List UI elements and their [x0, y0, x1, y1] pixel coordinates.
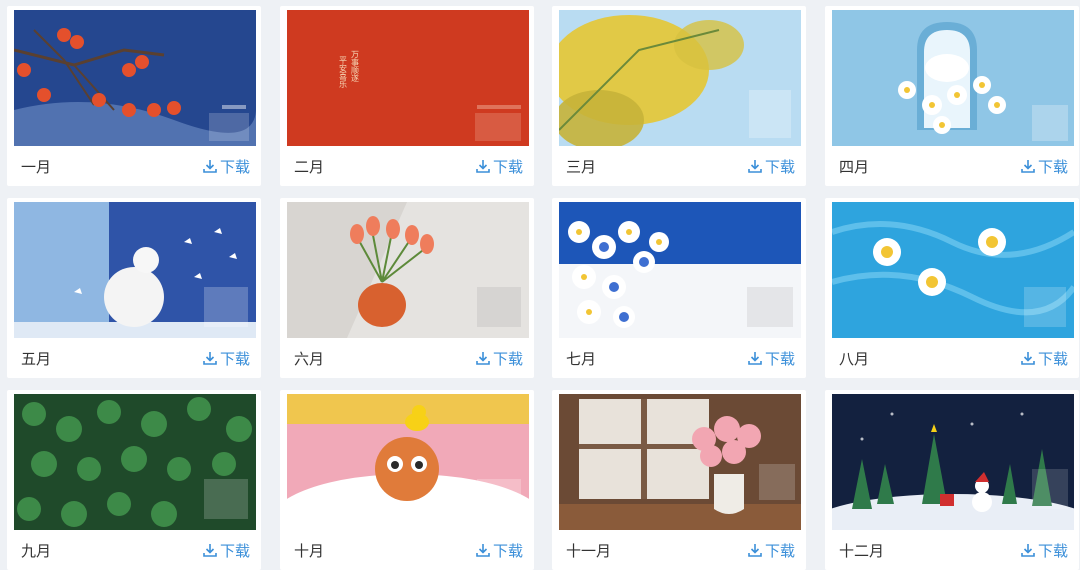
download-icon: [748, 544, 762, 557]
wallpaper-thumbnail-july[interactable]: [559, 202, 801, 338]
wallpaper-thumbnail-october[interactable]: [287, 394, 529, 530]
download-label: 下载: [492, 349, 523, 368]
download-label: 下载: [1037, 157, 1068, 176]
wallpaper-thumbnail-june[interactable]: [287, 202, 529, 338]
month-label: 九月: [21, 541, 52, 560]
download-icon: [203, 352, 217, 365]
month-label: 三月: [566, 157, 597, 176]
download-button[interactable]: 下载: [1020, 156, 1068, 177]
card-may: 五月 下载: [7, 198, 261, 378]
card-september: 九月 下载: [7, 390, 261, 570]
download-icon: [748, 352, 762, 365]
download-icon: [1021, 160, 1035, 173]
download-button[interactable]: 下载: [475, 348, 523, 369]
wallpaper-thumbnail-april[interactable]: [832, 10, 1074, 146]
download-label: 下载: [764, 541, 795, 560]
download-button[interactable]: 下载: [747, 156, 795, 177]
download-label: 下载: [219, 157, 250, 176]
download-button[interactable]: 下载: [475, 540, 523, 561]
download-icon: [1021, 352, 1035, 365]
download-label: 下载: [764, 349, 795, 368]
wallpaper-thumbnail-may[interactable]: [14, 202, 256, 338]
download-button[interactable]: 下载: [1020, 348, 1068, 369]
card-july: 七月 下载: [552, 198, 806, 378]
download-icon: [203, 544, 217, 557]
wallpaper-thumbnail-march[interactable]: [559, 10, 801, 146]
download-label: 下载: [1037, 541, 1068, 560]
download-icon: [476, 544, 490, 557]
card-february: 万事顺遂 平安喜乐 二月 下载: [280, 6, 534, 186]
download-button[interactable]: 下载: [202, 540, 250, 561]
wallpaper-grid: 一月 下载 万事顺遂 平安喜乐 二月 下载 三月 下载 四月 下载 五月 下载 …: [0, 0, 1080, 570]
wallpaper-thumbnail-january[interactable]: [14, 10, 256, 146]
download-icon: [203, 160, 217, 173]
download-label: 下载: [1037, 349, 1068, 368]
wallpaper-thumbnail-february[interactable]: 万事顺遂 平安喜乐: [287, 10, 529, 146]
download-button[interactable]: 下载: [202, 156, 250, 177]
download-label: 下载: [219, 349, 250, 368]
download-icon: [748, 160, 762, 173]
download-label: 下载: [492, 541, 523, 560]
wallpaper-thumbnail-september[interactable]: [14, 394, 256, 530]
month-label: 十月: [294, 541, 325, 560]
download-button[interactable]: 下载: [747, 348, 795, 369]
card-april: 四月 下载: [825, 6, 1079, 186]
card-august: 八月 下载: [825, 198, 1079, 378]
month-label: 十一月: [566, 541, 612, 560]
image-text-1: 万事顺遂: [351, 50, 360, 83]
download-button[interactable]: 下载: [1020, 540, 1068, 561]
download-label: 下载: [492, 157, 523, 176]
download-icon: [1021, 544, 1035, 557]
download-button[interactable]: 下载: [475, 156, 523, 177]
card-december: 十二月 下载: [825, 390, 1079, 570]
card-november: 十一月 下载: [552, 390, 806, 570]
month-label: 七月: [566, 349, 597, 368]
download-label: 下载: [219, 541, 250, 560]
card-october: 十月 下载: [280, 390, 534, 570]
download-button[interactable]: 下载: [202, 348, 250, 369]
month-label: 四月: [839, 157, 870, 176]
month-label: 八月: [839, 349, 870, 368]
download-label: 下载: [764, 157, 795, 176]
month-label: 六月: [294, 349, 325, 368]
wallpaper-thumbnail-november[interactable]: [559, 394, 801, 530]
download-icon: [476, 160, 490, 173]
wallpaper-thumbnail-august[interactable]: [832, 202, 1074, 338]
month-label: 一月: [21, 157, 52, 176]
card-march: 三月 下载: [552, 6, 806, 186]
card-january: 一月 下载: [7, 6, 261, 186]
card-june: 六月 下载: [280, 198, 534, 378]
month-label: 五月: [21, 349, 52, 368]
month-label: 十二月: [839, 541, 885, 560]
download-button[interactable]: 下载: [747, 540, 795, 561]
image-text-2: 平安喜乐: [339, 56, 348, 88]
month-label: 二月: [294, 157, 325, 176]
download-icon: [476, 352, 490, 365]
wallpaper-thumbnail-december[interactable]: [832, 394, 1074, 530]
